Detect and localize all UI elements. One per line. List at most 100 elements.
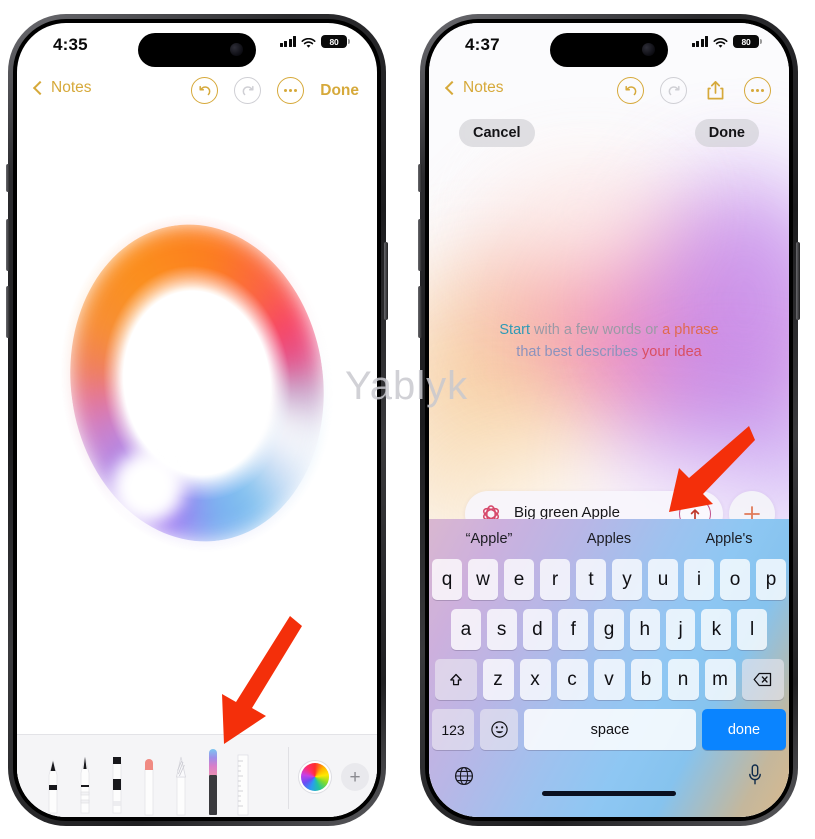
action-button-left-phone[interactable] — [6, 164, 10, 192]
done-button[interactable]: Done — [694, 119, 759, 147]
shift-icon[interactable] — [434, 659, 477, 700]
ellipsis-circle-icon[interactable] — [277, 77, 305, 104]
autocomplete-suggestions: “Apple” Apples Apple's — [429, 519, 789, 559]
ellipsis-circle-icon[interactable] — [744, 77, 771, 104]
back-to-notes-button[interactable]: Notes — [444, 79, 504, 97]
backspace-icon[interactable] — [741, 659, 784, 700]
phone-right: 4:37 80 Notes Cancel Done Start with a f… — [418, 14, 800, 826]
key-q[interactable]: q — [432, 559, 462, 600]
undo-icon[interactable] — [191, 77, 219, 104]
color-wheel-icon[interactable] — [301, 763, 329, 791]
rainbow-circle-sketch — [17, 183, 377, 583]
volume-up-button-left-phone[interactable] — [6, 219, 10, 271]
key-a[interactable]: a — [450, 609, 481, 650]
key-b[interactable]: b — [630, 659, 662, 700]
brush-tool[interactable] — [171, 755, 191, 817]
status-bar-right: 4:37 80 — [429, 23, 789, 71]
key-w[interactable]: w — [468, 559, 498, 600]
prompt-line-1: Start with a few words or a phrase — [429, 319, 789, 341]
key-e[interactable]: e — [504, 559, 534, 600]
key-r[interactable]: r — [540, 559, 570, 600]
share-icon[interactable] — [703, 78, 728, 103]
key-f[interactable]: f — [558, 609, 589, 650]
prompt-line-2: that best describes your idea — [429, 341, 789, 363]
suggestion-1[interactable]: Apples — [549, 531, 669, 547]
volume-down-button-right-phone[interactable] — [418, 286, 422, 338]
key-c[interactable]: c — [556, 659, 588, 700]
back-to-notes-button[interactable]: Notes — [32, 79, 92, 97]
key-y[interactable]: y — [612, 559, 642, 600]
numbers-key[interactable]: 123 — [432, 709, 474, 750]
fountain-pen-tool[interactable] — [75, 755, 95, 817]
key-g[interactable]: g — [594, 609, 624, 650]
phone-left-bezel: 4:35 80 Notes Done + — [13, 19, 381, 821]
navigation-actions-left: Done — [191, 77, 359, 104]
screenshot-stage: 4:35 80 Notes Done + 4:37 80 Notes Cance… — [0, 0, 815, 839]
key-o[interactable]: o — [720, 559, 750, 600]
emoji-icon[interactable] — [480, 709, 518, 750]
front-camera-icon — [642, 43, 655, 56]
key-s[interactable]: s — [486, 609, 517, 650]
key-u[interactable]: u — [648, 559, 678, 600]
back-label: Notes — [463, 79, 504, 96]
volume-down-button-left-phone[interactable] — [6, 286, 10, 338]
return-key[interactable]: done — [702, 709, 786, 750]
suggestion-2[interactable]: Apple's — [669, 531, 789, 547]
prompt-segment-1: your idea — [642, 344, 702, 360]
prompt-segment-0: that best describes — [516, 344, 643, 360]
redo-icon[interactable] — [660, 77, 687, 104]
phone-right-screen: 4:37 80 Notes Cancel Done Start with a f… — [429, 23, 789, 817]
navigation-actions-right — [617, 77, 771, 104]
key-t[interactable]: t — [576, 559, 606, 600]
power-button-right-phone[interactable] — [796, 242, 800, 320]
home-indicator-right[interactable] — [542, 791, 676, 796]
undo-icon[interactable] — [617, 77, 644, 104]
action-button-right-phone[interactable] — [418, 164, 422, 192]
cellular-bars-icon — [279, 36, 296, 47]
onscreen-keyboard: “Apple” Apples Apple's qwertyuiop asdfgh… — [429, 519, 789, 817]
keyboard-row-3: zxcvbnm — [432, 659, 786, 700]
pencil-tool-palette: + — [17, 734, 377, 817]
done-button[interactable]: Done — [320, 82, 359, 100]
drawing-canvas[interactable]: + — [17, 113, 377, 817]
battery-level: 80 — [329, 36, 339, 47]
key-j[interactable]: j — [665, 609, 696, 650]
key-h[interactable]: h — [629, 609, 660, 650]
dynamic-island — [550, 33, 668, 67]
space-key[interactable]: space — [524, 709, 696, 750]
chevron-left-icon — [32, 80, 48, 96]
ruler-tool[interactable] — [235, 753, 255, 817]
suggestion-0[interactable]: “Apple” — [429, 531, 549, 547]
redo-icon[interactable] — [234, 77, 262, 104]
pencil-tool[interactable] — [139, 753, 159, 817]
power-button-left-phone[interactable] — [384, 242, 388, 320]
key-z[interactable]: z — [482, 659, 514, 700]
key-v[interactable]: v — [593, 659, 625, 700]
phone-right-bezel: 4:37 80 Notes Cancel Done Start with a f… — [425, 19, 793, 821]
add-tool-button[interactable]: + — [341, 763, 369, 791]
key-p[interactable]: p — [756, 559, 786, 600]
wifi-icon — [301, 36, 316, 48]
status-bar-left: 4:35 80 — [17, 23, 377, 71]
key-k[interactable]: k — [701, 609, 732, 650]
back-label: Notes — [51, 79, 92, 96]
keyboard-bottom-bar — [429, 759, 789, 803]
watermark: Yablyk — [345, 364, 469, 408]
cancel-button[interactable]: Cancel — [459, 119, 535, 147]
globe-icon[interactable] — [453, 765, 475, 787]
key-x[interactable]: x — [519, 659, 551, 700]
marker-tool[interactable] — [107, 753, 127, 817]
key-l[interactable]: l — [737, 609, 768, 650]
key-i[interactable]: i — [684, 559, 714, 600]
keyboard-row-2: asdfghjkl — [432, 609, 786, 650]
volume-up-button-right-phone[interactable] — [418, 219, 422, 271]
prompt-hint-text: Start with a few words or a phrase that … — [429, 319, 789, 363]
pen-tool[interactable] — [43, 759, 63, 817]
key-d[interactable]: d — [522, 609, 553, 650]
prompt-segment-2: a phrase — [662, 322, 719, 338]
microphone-icon[interactable] — [747, 763, 763, 787]
keyboard-row-1: qwertyuiop — [432, 559, 786, 600]
red-arrow-to-image-wand — [218, 612, 323, 757]
key-m[interactable]: m — [704, 659, 736, 700]
key-n[interactable]: n — [667, 659, 699, 700]
